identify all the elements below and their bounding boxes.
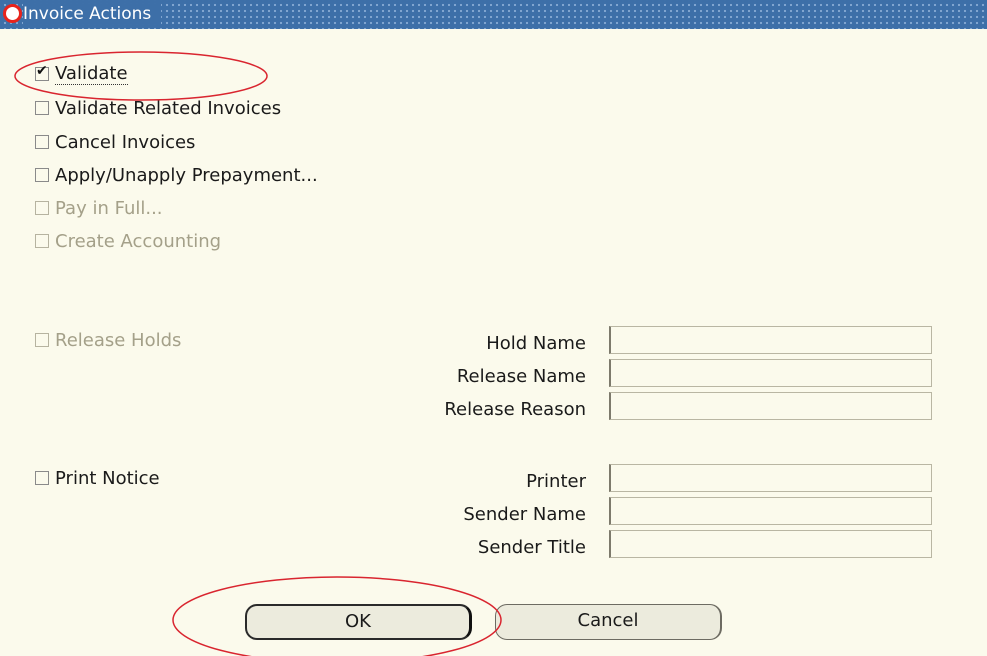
checkbox-icon [35, 333, 49, 347]
checkbox-apply-prepayment-label: Apply/Unapply Prepayment... [55, 164, 318, 186]
oracle-logo-icon [3, 4, 22, 23]
checkbox-cancel-invoices-label: Cancel Invoices [55, 131, 196, 153]
hold-name-label: Hold Name [486, 333, 586, 354]
cancel-button[interactable]: Cancel [495, 604, 722, 640]
checkbox-release-holds: Release Holds [35, 329, 181, 351]
checkbox-icon [35, 201, 49, 215]
release-reason-label: Release Reason [444, 399, 586, 420]
checkbox-icon [35, 234, 49, 248]
checkbox-print-notice[interactable]: Print Notice [35, 467, 160, 489]
checkbox-icon[interactable] [35, 168, 49, 182]
release-name-field[interactable] [609, 359, 932, 387]
checkbox-validate-label: Validate [55, 63, 128, 85]
release-name-label: Release Name [456, 366, 586, 387]
sender-title-label: Sender Title [477, 537, 586, 558]
checkbox-print-notice-label: Print Notice [55, 467, 160, 489]
cancel-button-label: Cancel [577, 610, 639, 631]
sender-title-field[interactable] [609, 530, 932, 558]
ok-button[interactable]: OK [245, 604, 472, 640]
checkbox-create-accounting: Create Accounting [35, 230, 221, 252]
checkbox-validate-related-label: Validate Related Invoices [55, 97, 282, 119]
sender-name-field[interactable] [609, 497, 932, 525]
checkbox-icon[interactable] [35, 135, 49, 149]
checkbox-icon[interactable] [35, 101, 49, 115]
checkbox-validate-related-invoices[interactable]: Validate Related Invoices [35, 97, 281, 119]
release-reason-field[interactable] [609, 392, 932, 420]
checkbox-create-accounting-label: Create Accounting [55, 230, 222, 252]
checkbox-cancel-invoices[interactable]: Cancel Invoices [35, 131, 195, 153]
checkbox-validate[interactable]: Validate [35, 63, 128, 85]
checkbox-apply-unapply-prepayment[interactable]: Apply/Unapply Prepayment... [35, 164, 318, 186]
hold-name-field[interactable] [609, 326, 932, 354]
checkbox-release-holds-label: Release Holds [55, 329, 182, 351]
printer-field[interactable] [609, 464, 932, 492]
ok-button-label: OK [345, 611, 371, 632]
checkbox-pay-in-full: Pay in Full... [35, 197, 163, 219]
window-title: Invoice Actions [23, 4, 162, 24]
checkbox-icon[interactable] [35, 471, 49, 485]
checkbox-pay-in-full-label: Pay in Full... [55, 197, 163, 219]
printer-label: Printer [526, 471, 586, 492]
sender-name-label: Sender Name [463, 504, 586, 525]
title-bar[interactable]: Invoice Actions [0, 0, 987, 29]
checkbox-checked-icon[interactable] [35, 63, 49, 81]
